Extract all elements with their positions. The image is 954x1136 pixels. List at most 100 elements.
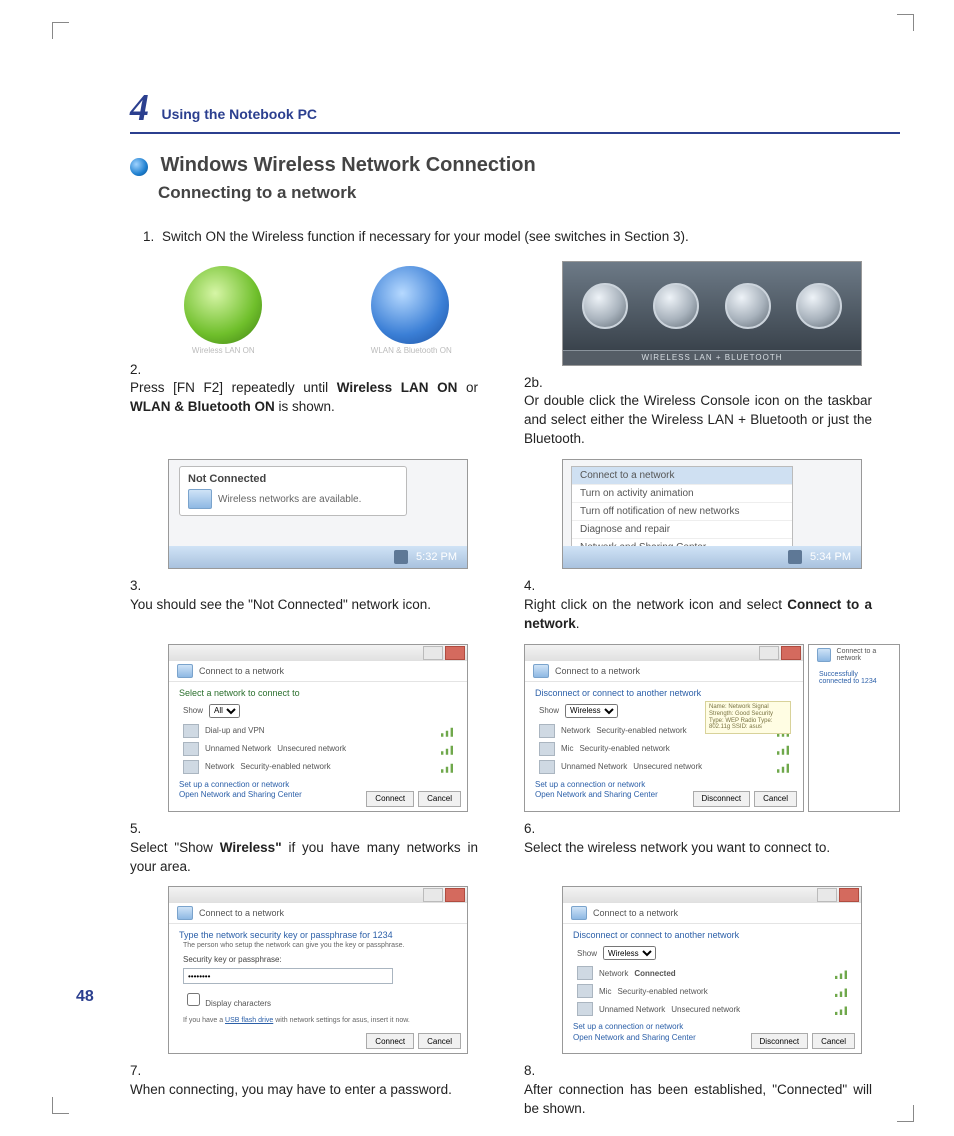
taskbar: 5:32 PM — [169, 546, 467, 568]
signal-icon — [437, 761, 453, 773]
cancel-button: Cancel — [418, 791, 461, 807]
checkbox-label: Display characters — [205, 999, 271, 1008]
signal-icon — [437, 743, 453, 755]
show-dropdown: Wireless — [603, 946, 656, 960]
pc-icon — [817, 648, 831, 662]
step-3: 3. You should see the "Not Connected" ne… — [130, 577, 506, 615]
minimize-button — [759, 646, 779, 660]
col-left: Connect to a network Type the network se… — [130, 886, 506, 1129]
tray-network-icon — [394, 550, 408, 564]
popup-body: Wireless networks are available. — [188, 489, 398, 509]
dialog-header: Connect to a network — [169, 903, 467, 924]
step-number: 2. — [130, 361, 156, 380]
step-number: 5. — [130, 820, 156, 839]
net-type: Unsecured network — [671, 1005, 740, 1014]
wlan-bt-on-icon — [371, 266, 449, 344]
row-figs-a: Wireless LAN ON WLAN & Bluetooth ON 2. P… — [130, 261, 900, 460]
step-text: Press [FN F2] repeatedly until Wireless … — [130, 379, 478, 417]
wlan-icon — [653, 283, 699, 329]
pc-icon — [571, 906, 587, 920]
security-key-dialog-fig: Connect to a network Type the network se… — [168, 886, 468, 1054]
section-subtitle: Connecting to a network — [158, 183, 900, 203]
net-name: Unnamed Network — [599, 1005, 665, 1014]
cancel-button: Cancel — [418, 1033, 461, 1049]
step-text: Select the wireless network you want to … — [524, 839, 872, 858]
dialog-heading: Select a network to connect to — [169, 682, 467, 700]
link: Set up a connection or network — [179, 780, 457, 790]
dialog-footer: DisconnectCancel — [751, 1033, 855, 1049]
pc-icon — [533, 664, 549, 678]
net-type: Security-enabled network — [596, 726, 686, 735]
step-number: 4. — [524, 577, 550, 596]
minimize-button — [817, 888, 837, 902]
step-list-top: Switch ON the Wireless function if neces… — [158, 227, 900, 247]
col-left: Connect to a network Select a network to… — [130, 644, 506, 887]
net-name: Dial-up and VPN — [205, 726, 265, 735]
dialog-title: Connect to a network — [199, 666, 284, 676]
menu-item: Turn off notification of new networks — [572, 503, 792, 521]
net-name: Mic — [599, 987, 611, 996]
cancel-button: Cancel — [754, 791, 797, 807]
net-name: Unnamed Network — [561, 762, 627, 771]
context-menu-fig: Connect to a network Turn on activity an… — [562, 459, 862, 569]
show-label: Show — [577, 949, 597, 958]
select-network-dialog-fig: Connect to a network Select a network to… — [168, 644, 468, 812]
crop-mark — [52, 22, 69, 39]
dialog-title: Connect to a network — [555, 666, 640, 676]
net-icon — [577, 984, 593, 998]
dialog-titlebar — [169, 887, 467, 903]
connect-button: Connect — [366, 1033, 414, 1049]
net-icon — [539, 742, 555, 756]
menu-item: Turn on activity animation — [572, 485, 792, 503]
step-text: Right click on the network icon and sele… — [524, 596, 872, 634]
security-key-input — [183, 968, 393, 984]
section-header: Windows Wireless Network Connection Conn… — [130, 154, 900, 203]
step-text: After connection has been established, "… — [524, 1081, 872, 1119]
dialog-titlebar — [563, 887, 861, 903]
taskbar-time: 5:32 PM — [416, 551, 457, 563]
step-2: 2. Press [FN F2] repeatedly until Wirele… — [130, 361, 506, 418]
signal-icon — [437, 725, 453, 737]
link: Set up a connection or network — [573, 1022, 851, 1032]
popup-msg: Wireless networks are available. — [218, 494, 361, 505]
net-name: Mic — [561, 744, 573, 753]
menu-item: Connect to a network — [572, 467, 792, 485]
step-number: 8. — [524, 1062, 550, 1081]
signal-icon — [831, 985, 847, 997]
show-label: Show — [183, 706, 203, 715]
wlan-bt-on-label: WLAN & Bluetooth ON — [371, 346, 452, 355]
step-text: When connecting, you may have to enter a… — [130, 1081, 478, 1100]
wlan-bt-combo-icon — [582, 283, 628, 329]
network-row: Dial-up and VPN — [169, 722, 467, 740]
wlan-on-icon — [184, 266, 262, 344]
network-row: Unnamed NetworkUnsecured network — [169, 740, 467, 758]
globe-icon — [130, 158, 148, 176]
net-icon — [183, 760, 199, 774]
dialog-heading: Type the network security key or passphr… — [169, 924, 467, 942]
step-8: 8. After connection has been established… — [524, 1062, 900, 1119]
step-number: 3. — [130, 577, 156, 596]
close-button — [781, 646, 801, 660]
not-connected-fig: Not Connected Wireless networks are avai… — [168, 459, 468, 569]
net-icon — [539, 724, 555, 738]
context-menu: Connect to a network Turn on activity an… — [571, 466, 793, 558]
page-number: 48 — [76, 988, 94, 1006]
success-msg: Successfully connected to 1234 — [809, 665, 899, 687]
row-figs-c: Connect to a network Select a network to… — [130, 644, 900, 887]
step-7: 7. When connecting, you may have to ente… — [130, 1062, 506, 1100]
header-rule — [130, 132, 900, 134]
net-type: Security-enabled network — [579, 744, 669, 753]
step-text: Or double click the Wireless Console ico… — [524, 392, 872, 449]
section-title: Windows Wireless Network Connection — [160, 154, 535, 177]
dialog-header: Connect to a network — [809, 645, 899, 665]
dialog-header: Connect to a network — [169, 661, 467, 682]
network-tooltip: Name: Network Signal Strength: Good Secu… — [705, 701, 791, 735]
net-type: Unsecured network — [633, 762, 702, 771]
col-left: Not Connected Wireless networks are avai… — [130, 459, 506, 644]
network-row: MicSecurity-enabled network — [563, 982, 861, 1000]
close-button — [445, 646, 465, 660]
console-bar — [563, 262, 861, 350]
signal-icon — [831, 967, 847, 979]
usb-link: USB flash drive — [225, 1017, 273, 1024]
dialog-titlebar — [525, 645, 803, 661]
